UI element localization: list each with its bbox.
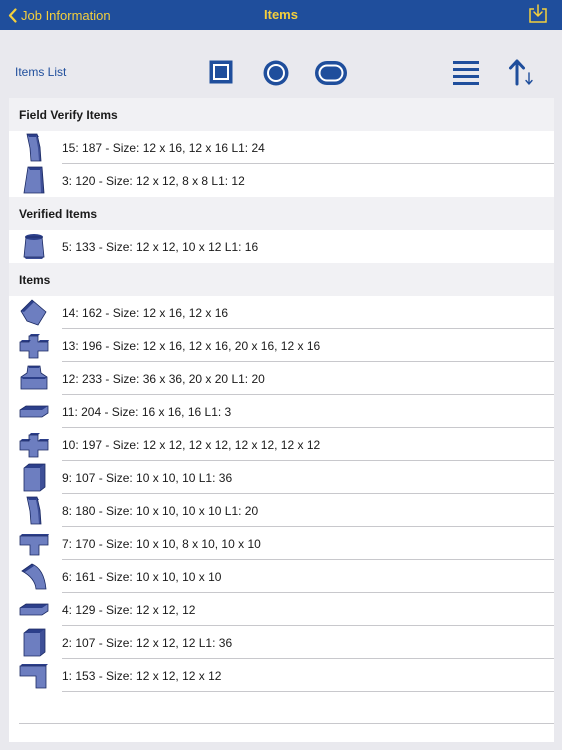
list-item[interactable]: 5: 133 - Size: 12 x 12, 10 x 12 L1: 16 [9,230,554,263]
section-title: Verified Items [19,207,98,221]
item-label: 7: 170 - Size: 10 x 10, 8 x 10, 10 x 10 [62,537,261,551]
back-button-label: Job Information [21,7,111,23]
download-tray-icon [529,4,547,23]
item-label: 6: 161 - Size: 10 x 10, 10 x 10 [62,570,222,584]
list-item[interactable]: 11: 204 - Size: 16 x 16, 16 L1: 3 [9,395,554,428]
item-label: 10: 197 - Size: 12 x 12, 12 x 12, 12 x 1… [62,438,321,452]
list-item[interactable]: 1: 153 - Size: 12 x 12, 12 x 12 [9,659,554,692]
section-title: Field Verify Items [19,108,118,122]
square-elbow-icon [19,664,48,689]
list-item[interactable]: 14: 162 - Size: 12 x 16, 12 x 16 [9,296,554,329]
item-label: 4: 129 - Size: 12 x 12, 12 [62,603,196,617]
item-label: 2: 107 - Size: 12 x 12, 12 L1: 36 [62,636,233,650]
chevron-left-icon [8,7,17,23]
oval-duct-icon [315,61,347,85]
item-label: 3: 120 - Size: 12 x 12, 8 x 8 L1: 12 [62,174,245,188]
square-to-round-icon [23,234,45,259]
download-button[interactable] [528,4,548,24]
list-item[interactable]: 9: 107 - Size: 10 x 10, 10 L1: 36 [9,461,554,494]
row-divider [62,691,554,692]
list-item[interactable]: 8: 180 - Size: 10 x 10, 10 x 10 L1: 20 [9,494,554,527]
list-lines-icon [453,61,479,85]
transition-icon [23,166,45,194]
straight-duct-icon [23,463,46,492]
items-list: Field Verify Items 15: 187 - Size: 12 x … [9,98,554,742]
item-label: 8: 180 - Size: 10 x 10, 10 x 10 L1: 20 [62,504,259,518]
square-duct-icon [209,60,233,84]
item-label: 13: 196 - Size: 12 x 16, 12 x 16, 20 x 1… [62,339,321,353]
back-button[interactable]: Job Information [8,5,111,25]
sort-icon [509,59,533,86]
straight-duct-icon [23,628,46,657]
section-header-verified: Verified Items [9,197,554,230]
list-item[interactable]: 2: 107 - Size: 12 x 12, 12 L1: 36 [9,626,554,659]
square-duct-button[interactable] [208,59,234,85]
item-label: 15: 187 - Size: 12 x 16, 12 x 16 L1: 24 [62,141,265,155]
list-item[interactable]: 12: 233 - Size: 36 x 36, 20 x 20 L1: 20 [9,362,554,395]
plenum-icon [20,365,48,390]
item-label: 1: 153 - Size: 12 x 12, 12 x 12 [62,669,222,683]
elbow-90-icon [21,563,47,590]
list-item[interactable]: 13: 196 - Size: 12 x 16, 12 x 16, 20 x 1… [9,329,554,362]
section-title: Items [19,273,51,287]
item-label: 5: 133 - Size: 12 x 12, 10 x 12 L1: 16 [62,240,259,254]
page-title: Items [264,7,298,22]
round-duct-button[interactable] [262,59,290,87]
item-label: 11: 204 - Size: 16 x 16, 16 L1: 3 [62,405,232,419]
round-duct-icon [263,60,289,86]
tee-icon [19,534,49,556]
flat-plate-icon [19,405,49,418]
elbow-45-icon [20,299,47,326]
offset-icon [26,133,42,162]
offset-icon [26,496,42,525]
item-label: 9: 107 - Size: 10 x 10, 10 L1: 36 [62,471,233,485]
section-header-items: Items [9,263,554,296]
items-list-label: Items List [15,65,67,79]
list-end-divider [19,723,554,724]
item-label: 12: 233 - Size: 36 x 36, 20 x 20 L1: 20 [62,372,265,386]
cross-icon [19,334,49,359]
list-item[interactable]: 6: 161 - Size: 10 x 10, 10 x 10 [9,560,554,593]
flat-plate-icon [19,603,49,616]
toolbar: Items List [0,30,562,98]
navigation-bar: Job Information Items [0,0,562,30]
sort-button[interactable] [508,58,536,86]
list-item[interactable]: 4: 129 - Size: 12 x 12, 12 [9,593,554,626]
section-header-field-verify: Field Verify Items [9,98,554,131]
list-item[interactable]: 10: 197 - Size: 12 x 12, 12 x 12, 12 x 1… [9,428,554,461]
oval-duct-button[interactable] [314,60,348,86]
list-item[interactable]: 15: 187 - Size: 12 x 16, 12 x 16 L1: 24 [9,131,554,164]
list-item[interactable]: 3: 120 - Size: 12 x 12, 8 x 8 L1: 12 [9,164,554,197]
list-item[interactable]: 7: 170 - Size: 10 x 10, 8 x 10, 10 x 10 [9,527,554,560]
cross-icon [19,433,49,458]
item-label: 14: 162 - Size: 12 x 16, 12 x 16 [62,306,229,320]
list-view-button[interactable] [453,60,479,86]
